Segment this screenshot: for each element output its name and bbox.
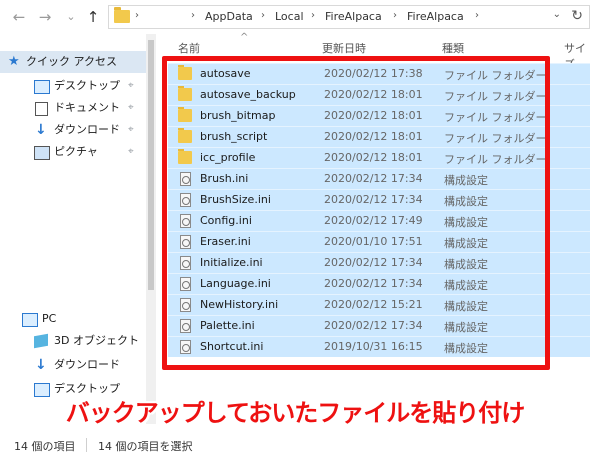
column-header-date[interactable]: 更新日時 [322, 40, 366, 56]
folder-icon [114, 7, 130, 23]
cube-icon [34, 333, 48, 349]
up-arrow-icon[interactable]: ↑ [82, 7, 104, 27]
navigation-pane: ★ クイック アクセス デスクトップ ⌖ ドキュメント ⌖ ↓ ダウンロード ⌖… [0, 34, 146, 424]
sidebar-item-label: ピクチャ [54, 145, 98, 158]
selected-count: 14 個の項目を選択 [98, 440, 193, 453]
sidebar-item-label: 3D オブジェクト [54, 334, 139, 347]
document-icon [35, 102, 48, 116]
sort-ascending-icon: ^ [240, 32, 249, 43]
forward-arrow-icon[interactable]: → [34, 7, 56, 27]
sidebar-item-pictures[interactable]: ピクチャ ⌖ [0, 141, 146, 163]
column-header-name[interactable]: 名前 [178, 40, 200, 56]
status-divider [86, 438, 87, 452]
column-header-type[interactable]: 種類 [442, 40, 464, 56]
pin-icon: ⌖ [128, 124, 134, 135]
caption-text: バックアップしておいたファイルを貼り付け [65, 399, 526, 427]
sidebar-item-3d-objects[interactable]: 3D オブジェクト [0, 330, 146, 352]
status-bar: 14 個の項目 14 個の項目を選択 [0, 432, 590, 458]
desktop-icon [34, 80, 50, 94]
address-row: ← → ⌄ ↑ › › AppData › Local › FireAlpaca… [0, 0, 590, 34]
sidebar-item-pc[interactable]: PC [0, 308, 146, 330]
breadcrumb-separator: › [393, 10, 397, 21]
recent-locations-icon[interactable]: ⌄ [60, 7, 82, 27]
sidebar-item-pc-downloads[interactable]: ↓ ダウンロード [0, 354, 146, 376]
breadcrumb-separator: › [261, 10, 265, 21]
breadcrumb-separator: › [475, 10, 479, 21]
download-icon: ↓ [35, 357, 47, 373]
breadcrumb-firealpaca[interactable]: FireAlpaca [325, 10, 382, 23]
sidebar-item-label: デスクトップ [54, 79, 120, 92]
column-header-row: 名前 ^ 更新日時 種類 サイズ [160, 32, 590, 71]
breadcrumb-appdata[interactable]: AppData [205, 10, 253, 23]
pin-icon: ⌖ [128, 146, 134, 157]
breadcrumb-separator: › [191, 10, 195, 21]
sidebar-item-quick-access[interactable]: ★ クイック アクセス [0, 51, 146, 73]
address-bar[interactable]: › › AppData › Local › FireAlpaca › FireA… [108, 5, 590, 29]
highlight-frame [162, 56, 550, 370]
sidebar-item-desktop[interactable]: デスクトップ ⌖ [0, 75, 146, 97]
pin-icon: ⌖ [128, 102, 134, 113]
breadcrumb-separator: › [135, 10, 139, 21]
back-arrow-icon[interactable]: ← [8, 7, 30, 27]
address-dropdown-icon[interactable]: ⌄ [553, 9, 561, 20]
sidebar-item-label: ダウンロード [54, 358, 120, 371]
sidebar-item-label: クイック アクセス [26, 55, 117, 68]
sidebar-item-documents[interactable]: ドキュメント ⌖ [0, 97, 146, 119]
breadcrumb-separator: › [311, 10, 315, 21]
breadcrumb-local[interactable]: Local [275, 10, 304, 23]
item-count: 14 個の項目 [14, 440, 76, 453]
download-icon: ↓ [35, 122, 47, 138]
refresh-icon[interactable]: ↻ [571, 8, 583, 24]
sidebar-item-label: PC [42, 312, 57, 325]
sidebar-item-label: ダウンロード [54, 123, 120, 136]
pc-icon [22, 313, 38, 327]
pictures-icon [34, 146, 50, 160]
sidebar-item-downloads[interactable]: ↓ ダウンロード ⌖ [0, 119, 146, 141]
pin-icon: ⌖ [128, 80, 134, 91]
breadcrumb-firealpaca-current[interactable]: FireAlpaca [407, 10, 464, 23]
sidebar-scrollbar-thumb[interactable] [148, 40, 154, 290]
sidebar-item-label: ドキュメント [54, 101, 120, 114]
star-icon: ★ [8, 54, 20, 69]
